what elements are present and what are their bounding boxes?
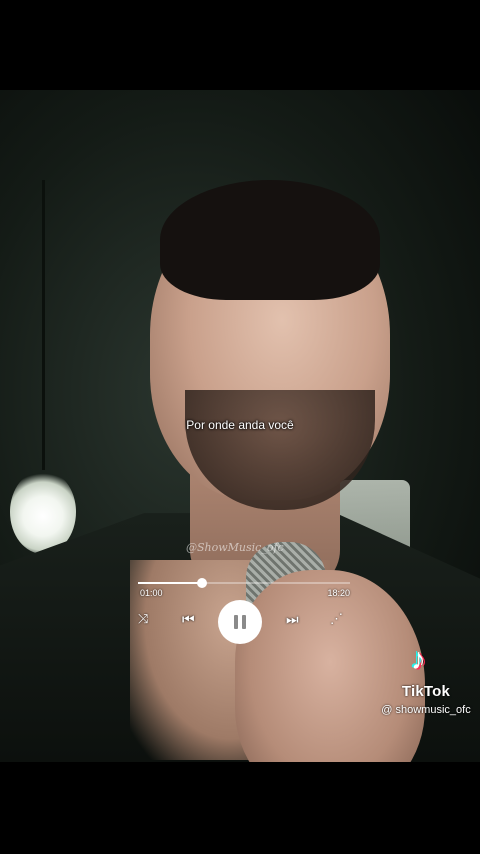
total-time: 18:20 (327, 588, 350, 598)
tiktok-watermark: ♪ TikTok @ showmusic_ofc (372, 645, 480, 717)
screen: Por onde anda você @ShowMusic_ofc 01:00 … (0, 0, 480, 854)
shuffle-icon[interactable]: ⤨ (138, 612, 148, 625)
tiktok-handle: @ showmusic_ofc (381, 704, 471, 716)
channel-watermark: @ShowMusic_ofc (186, 541, 284, 554)
pause-icon (234, 615, 246, 629)
tiktok-logo: ♪ (411, 645, 441, 679)
progress-fill (138, 582, 202, 584)
pause-button[interactable] (218, 600, 262, 644)
progress-track[interactable] (138, 578, 350, 588)
repeat-icon[interactable]: ⋰ (330, 612, 343, 625)
next-track-icon[interactable]: ⏭ (286, 612, 299, 626)
current-time: 01:00 (140, 588, 163, 598)
light-bulb (10, 470, 76, 554)
progress-knob[interactable] (196, 578, 207, 588)
tiktok-brand: TikTok (401, 683, 451, 700)
tiktok-note-icon: ♪ (411, 643, 426, 676)
lyrics-caption: Por onde anda você (186, 418, 294, 432)
previous-track-icon[interactable]: ⏮ (182, 612, 195, 626)
music-player: 01:00 18:20 ⤨ ⏮ ⏭ ⋰ (138, 576, 350, 646)
singer-hair (160, 180, 380, 300)
